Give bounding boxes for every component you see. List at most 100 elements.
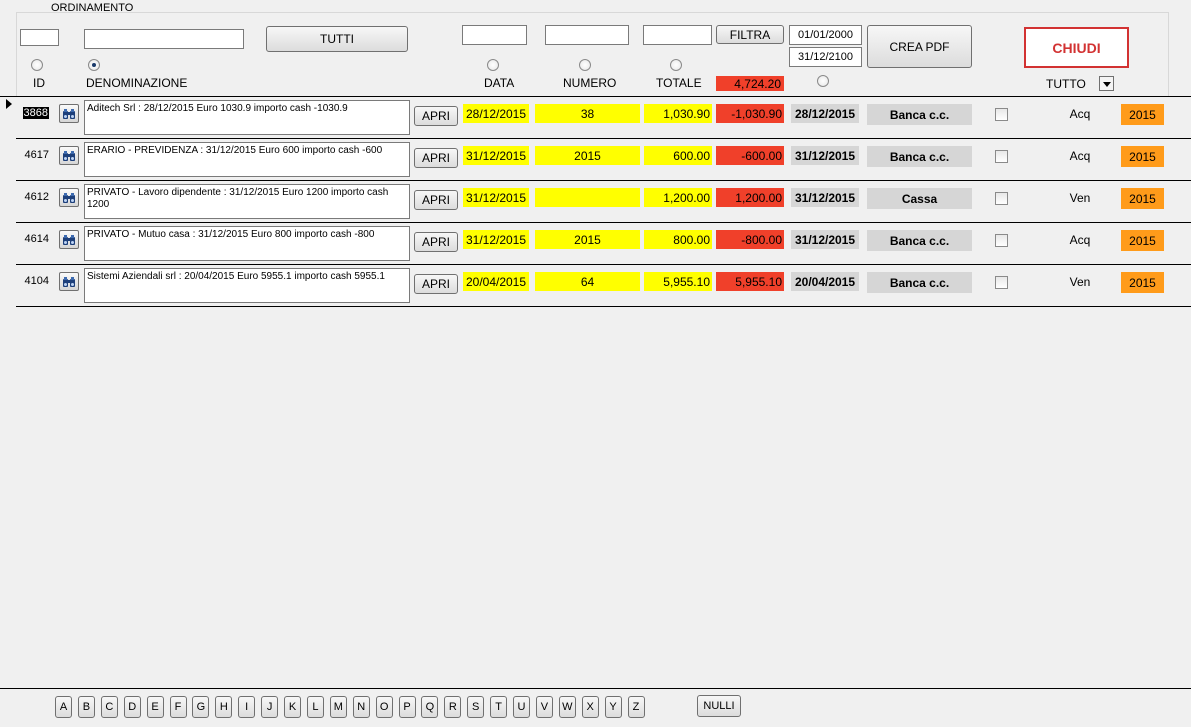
totale-filter-input[interactable] [643, 25, 712, 45]
letter-filter-button[interactable]: Y [604, 696, 622, 718]
row-description-field[interactable]: Sistemi Aziendali srl : 20/04/2015 Euro … [84, 268, 410, 303]
row-importo: 5,955.10 [716, 272, 784, 291]
letter-filter-button[interactable]: L [306, 696, 324, 718]
chiudi-button[interactable]: CHIUDI [1024, 27, 1129, 68]
binoculars-icon[interactable] [59, 104, 79, 123]
sort-id-label: ID [33, 76, 45, 90]
letter-filter-button[interactable]: W [558, 696, 576, 718]
letter-filter-button[interactable]: Z [627, 696, 645, 718]
row-checkbox[interactable] [995, 108, 1008, 121]
row-checkbox[interactable] [995, 192, 1008, 205]
row-tipo: Acq [1069, 106, 1091, 121]
row-totale: 1,200.00 [644, 188, 712, 207]
row-divider [16, 222, 1191, 223]
letter-filter-button[interactable]: G [192, 696, 210, 718]
id-filter-input[interactable] [20, 29, 59, 46]
letter-filter-button[interactable]: Q [421, 696, 439, 718]
apri-button[interactable]: APRI [414, 232, 458, 252]
sort-totale-radio[interactable] [670, 59, 682, 71]
letter-filter-button[interactable]: J [261, 696, 279, 718]
letter-filter-button[interactable]: M [329, 696, 347, 718]
row-description-field[interactable]: Aditech Srl : 28/12/2015 Euro 1030.9 imp… [84, 100, 410, 135]
row-data: 31/12/2015 [463, 188, 529, 207]
letter-filter-button[interactable]: U [513, 696, 530, 718]
row-divider [16, 180, 1191, 181]
record-selector-icon [6, 99, 12, 109]
letter-filter-button[interactable]: N [352, 696, 370, 718]
sort-numero-radio[interactable] [579, 59, 591, 71]
denominazione-filter-input[interactable] [84, 29, 244, 49]
apri-button[interactable]: APRI [414, 106, 458, 126]
binoculars-icon[interactable] [59, 230, 79, 249]
filtra-button[interactable]: FILTRA [716, 25, 784, 44]
crea-pdf-button[interactable]: CREA PDF [867, 25, 972, 68]
letter-filter-button[interactable]: I [238, 696, 256, 718]
row-anno: 2015 [1121, 230, 1164, 251]
row-numero: 2015 [535, 230, 640, 249]
sort-date-radio[interactable] [817, 75, 829, 87]
letter-filter-button[interactable]: P [398, 696, 416, 718]
binoculars-icon[interactable] [59, 146, 79, 165]
row-numero [535, 188, 640, 207]
row-importo: 1,200.00 [716, 188, 784, 207]
letter-filter-button[interactable]: B [77, 696, 95, 718]
row-tipo: Ven [1069, 190, 1091, 205]
row-checkbox[interactable] [995, 150, 1008, 163]
date-from-input[interactable]: 01/01/2000 [789, 25, 862, 45]
row-id-value: 4612 [24, 191, 49, 203]
row-divider [16, 306, 1191, 307]
row-totale: 800.00 [644, 230, 712, 249]
letter-filter-button[interactable]: X [581, 696, 599, 718]
tutti-button[interactable]: TUTTI [266, 26, 408, 52]
sort-id-radio[interactable] [31, 59, 43, 71]
apri-button[interactable]: APRI [414, 190, 458, 210]
letter-filter-button[interactable]: V [535, 696, 553, 718]
row-totale: 5,955.10 [644, 272, 712, 291]
letter-filter-button[interactable]: F [169, 696, 187, 718]
data-filter-input[interactable] [462, 25, 527, 45]
row-anno: 2015 [1121, 188, 1164, 209]
letter-filter-button[interactable]: T [490, 696, 508, 718]
row-id-value: 4614 [24, 233, 49, 245]
row-conto: Banca c.c. [867, 146, 972, 167]
apri-button[interactable]: APRI [414, 148, 458, 168]
row-totale: 600.00 [644, 146, 712, 165]
chevron-down-icon[interactable] [1099, 76, 1114, 91]
letter-filter-button[interactable]: R [444, 696, 462, 718]
letter-filter-button[interactable]: D [123, 696, 141, 718]
sort-numero-label: NUMERO [563, 76, 617, 90]
numero-filter-input[interactable] [545, 25, 629, 45]
row-id: 3868 [22, 105, 49, 121]
apri-button[interactable]: APRI [414, 274, 458, 294]
row-description-field[interactable]: ERARIO - PREVIDENZA : 31/12/2015 Euro 60… [84, 142, 410, 177]
row-anno: 2015 [1121, 104, 1164, 125]
letter-filter-button[interactable]: A [55, 696, 72, 718]
row-id: 4617 [22, 147, 49, 163]
letter-filter-button[interactable]: S [467, 696, 485, 718]
row-description-field[interactable]: PRIVATO - Mutuo casa : 31/12/2015 Euro 8… [84, 226, 410, 261]
date-to-input[interactable]: 31/12/2100 [789, 47, 862, 67]
binoculars-icon[interactable] [59, 188, 79, 207]
letter-filter-button[interactable]: C [100, 696, 118, 718]
sort-data-radio[interactable] [487, 59, 499, 71]
nulli-button[interactable]: NULLI [697, 695, 741, 717]
tutto-label: TUTTO [1046, 77, 1086, 91]
letter-filter-button[interactable]: E [146, 696, 164, 718]
row-checkbox[interactable] [995, 234, 1008, 247]
row-totale: 1,030.90 [644, 104, 712, 123]
row-description-field[interactable]: PRIVATO - Lavoro dipendente : 31/12/2015… [84, 184, 410, 219]
row-divider [16, 264, 1191, 265]
row-numero: 64 [535, 272, 640, 291]
sort-denominazione-label: DENOMINAZIONE [86, 76, 188, 90]
row-checkbox[interactable] [995, 276, 1008, 289]
letter-filter-button[interactable]: H [215, 696, 233, 718]
row-anno: 2015 [1121, 272, 1164, 293]
letter-filter-button[interactable]: K [284, 696, 301, 718]
ordinamento-label: ORDINAMENTO [51, 2, 134, 14]
row-tipo: Acq [1069, 148, 1091, 163]
binoculars-icon[interactable] [59, 272, 79, 291]
row-importo: -600.00 [716, 146, 784, 165]
letter-filter-button[interactable]: O [375, 696, 393, 718]
sort-denominazione-radio[interactable] [88, 59, 100, 71]
row-data: 31/12/2015 [463, 146, 529, 165]
